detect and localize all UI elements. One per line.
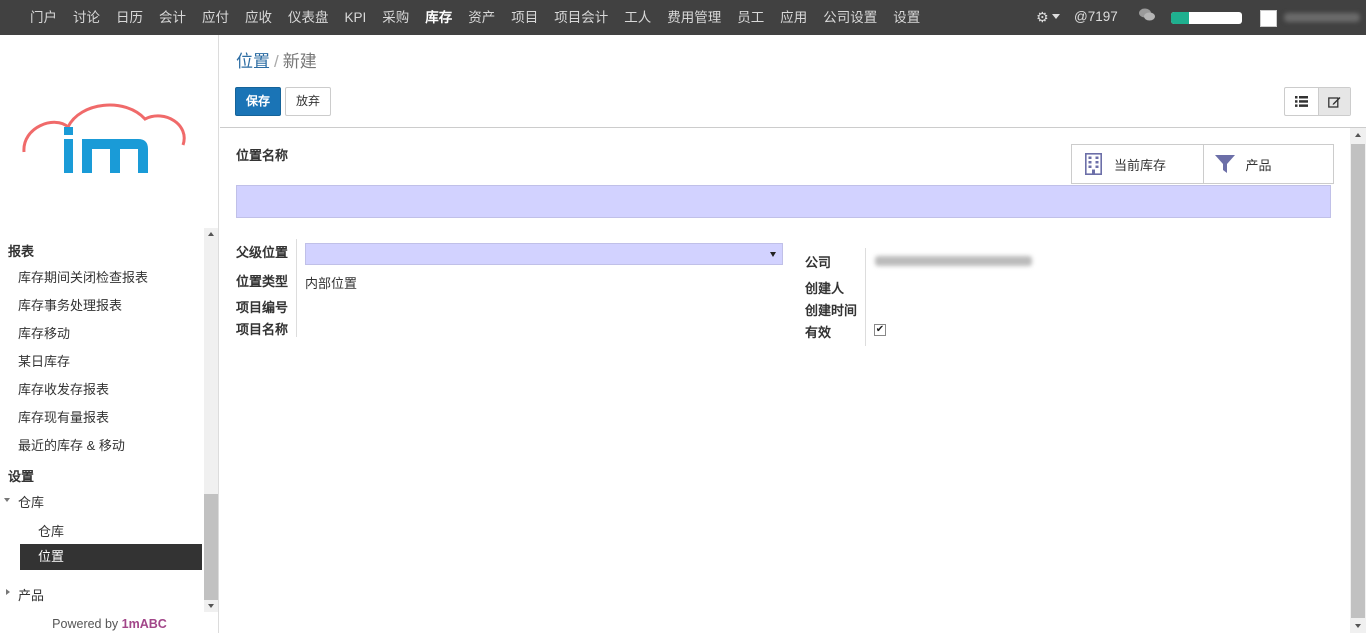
menu-settings[interactable]: 设置 [885,0,928,35]
sidebar-item-in-out-report[interactable]: 库存收发存报表 [18,379,109,398]
gear-icon[interactable]: ⚙ [1036,9,1049,26]
expand-right-icon[interactable] [6,589,10,595]
sidebar-item-stock-moves[interactable]: 库存移动 [18,323,70,342]
view-switcher [1284,87,1351,116]
sidebar-group-warehouse[interactable]: 仓库 [18,492,44,511]
menu-assets[interactable]: 资产 [460,0,503,35]
discard-button[interactable]: 放弃 [285,87,331,116]
sidebar-item-transaction-report[interactable]: 库存事务处理报表 [18,295,122,314]
sidebar-item-recent-moves[interactable]: 最近的库存 & 移动 [18,435,125,454]
form-view-button[interactable] [1317,88,1350,115]
menu-inventory[interactable]: 库存 [417,0,460,35]
powered-by-brand[interactable]: 1mABC [122,617,167,631]
save-button[interactable]: 保存 [235,87,281,116]
menu-payables[interactable]: 应付 [194,0,237,35]
main-scrollbar-thumb[interactable] [1351,144,1365,618]
sidebar-heading-settings: 设置 [8,469,35,484]
parent-location-label: 父级位置 [236,245,289,260]
menu-discuss[interactable]: 讨论 [65,0,108,35]
topbar-right: ⚙ @7197 [1016,0,1366,35]
sidebar-scrollbar-thumb[interactable] [204,494,218,600]
project-code-label: 项目编号 [236,300,289,315]
smart-buttons: 当前库存 产品 [1071,144,1334,184]
company-label: 公司 [805,255,832,270]
active-label: 有效 [805,325,832,340]
menu-project-accounting[interactable]: 项目会计 [546,0,616,35]
field-separator [865,248,866,346]
sidebar-group-products[interactable]: 产品 [18,585,44,604]
location-type-label: 位置类型 [236,274,289,289]
mentions-counter[interactable]: @7197 [1074,9,1118,24]
scroll-up-icon[interactable] [1355,133,1361,137]
menu-receivables[interactable]: 应收 [237,0,280,35]
top-menu: 门户 讨论 日历 会计 应付 应收 仪表盘 KPI 采购 库存 资产 项目 项目… [22,0,928,35]
current-stock-label: 当前库存 [1114,157,1167,173]
user-name-redacted[interactable] [1284,13,1360,22]
menu-calendar[interactable]: 日历 [108,0,151,35]
form-sheet: 位置名称 当前库存 产品 父级位置 位置类型 项目编号 项目名称 内部位置 公司… [220,128,1350,633]
sidebar-scrollbar[interactable] [204,228,218,612]
project-name-label: 项目名称 [236,322,289,337]
field-separator [296,239,297,337]
powered-by: Powered by 1mABC [0,617,219,631]
sidebar-item-warehouse[interactable]: 仓库 [38,521,64,540]
parent-location-select[interactable] [305,243,783,265]
breadcrumb-separator: / [274,52,279,71]
scroll-down-icon[interactable] [208,604,214,608]
scroll-up-icon[interactable] [208,232,214,236]
caret-down-icon[interactable] [1052,14,1060,19]
list-view-button[interactable] [1285,88,1318,115]
company-logo [20,97,190,177]
dropdown-caret-icon[interactable] [770,252,776,257]
current-stock-button[interactable]: 当前库存 [1072,145,1203,183]
location-name-input[interactable] [236,185,1331,218]
sidebar: 报表 库存期间关闭检查报表 库存事务处理报表 库存移动 某日库存 库存收发存报表… [0,35,219,633]
created-by-label: 创建人 [805,281,845,296]
created-time-label: 创建时间 [805,303,858,318]
expand-down-icon[interactable] [4,498,10,502]
menu-expenses[interactable]: 费用管理 [659,0,729,35]
powered-by-prefix: Powered by [52,617,122,631]
breadcrumb-parent[interactable]: 位置 [236,52,270,71]
filter-icon [1214,155,1235,173]
menu-portal[interactable]: 门户 [22,0,65,35]
menu-apps[interactable]: 应用 [772,0,815,35]
edit-icon [1327,96,1341,108]
list-icon [1294,96,1308,107]
location-type-value[interactable]: 内部位置 [305,273,357,292]
menu-project[interactable]: 项目 [503,0,546,35]
building-icon [1084,153,1102,175]
menu-employees[interactable]: 员工 [729,0,772,35]
sidebar-item-period-close-report[interactable]: 库存期间关闭检查报表 [18,267,148,286]
menu-workers[interactable]: 工人 [616,0,659,35]
top-navbar: 门户 讨论 日历 会计 应付 应收 仪表盘 KPI 采购 库存 资产 项目 项目… [0,0,1366,35]
sidebar-item-on-hand-report[interactable]: 库存现有量报表 [18,407,109,426]
menu-accounting[interactable]: 会计 [151,0,194,35]
avatar[interactable] [1260,10,1277,27]
menu-purchase[interactable]: 采购 [374,0,417,35]
menu-kpi[interactable]: KPI [337,0,375,35]
chat-icon[interactable] [1139,8,1155,25]
check-icon: ✔ [875,324,885,335]
scroll-down-icon[interactable] [1355,624,1361,628]
location-name-label: 位置名称 [236,148,289,163]
menu-dashboard[interactable]: 仪表盘 [280,0,337,35]
main-scrollbar[interactable] [1350,128,1366,633]
products-button[interactable]: 产品 [1202,145,1334,183]
breadcrumb-current: 新建 [282,52,317,71]
breadcrumb: 位置 / 新建 [236,47,317,72]
products-label: 产品 [1245,157,1272,173]
sidebar-item-stock-at-date[interactable]: 某日库存 [18,351,70,370]
usage-progress-bar [1171,12,1242,24]
company-value-redacted[interactable] [875,256,1032,266]
active-checkbox[interactable]: ✔ [874,324,886,336]
menu-company-settings[interactable]: 公司设置 [815,0,885,35]
sidebar-item-location[interactable]: 位置 [20,544,202,570]
sidebar-heading-reports: 报表 [8,244,35,259]
